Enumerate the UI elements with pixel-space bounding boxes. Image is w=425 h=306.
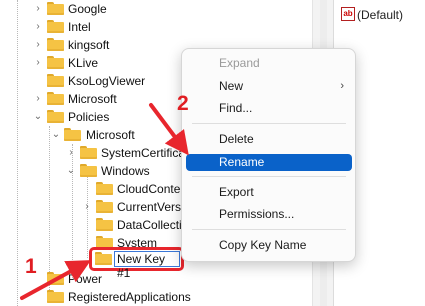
tree-item-power[interactable]: Power xyxy=(0,270,300,288)
folder-icon xyxy=(95,252,112,265)
menu-separator xyxy=(192,229,346,230)
folder-icon xyxy=(47,74,64,87)
menu-item-expand[interactable]: Expand xyxy=(186,55,352,72)
menu-item-label: Copy Key Name xyxy=(219,238,307,252)
folder-icon xyxy=(80,164,97,177)
tree-item-label: DataCollecti xyxy=(117,218,182,232)
folder-icon xyxy=(47,56,64,69)
folder-icon xyxy=(96,200,113,213)
string-value-icon: ab xyxy=(341,7,355,21)
tree-item-label: kingsoft xyxy=(68,38,110,52)
folder-icon xyxy=(47,110,64,123)
tree-item-google[interactable]: › Google xyxy=(0,0,300,18)
step-number-1: 1 xyxy=(25,255,37,278)
tree-item-label: Microsoft xyxy=(86,128,135,142)
folder-icon xyxy=(47,272,64,285)
chevron-right-icon[interactable]: › xyxy=(32,0,44,18)
chevron-right-icon[interactable]: › xyxy=(65,144,77,162)
folder-icon xyxy=(64,128,81,141)
tree-item-label: Microsoft xyxy=(68,92,117,106)
chevron-right-icon[interactable]: › xyxy=(32,90,44,108)
menu-item-permissions[interactable]: Permissions... xyxy=(186,206,352,223)
tree-item-label: Intel xyxy=(68,20,91,34)
menu-item-export[interactable]: Export xyxy=(186,184,352,201)
chevron-right-icon[interactable]: › xyxy=(81,198,93,216)
chevron-right-icon[interactable]: › xyxy=(32,54,44,72)
folder-icon xyxy=(47,2,64,15)
tree-item-label: Power xyxy=(68,272,103,286)
menu-item-label: Rename xyxy=(219,155,265,169)
menu-item-label: Expand xyxy=(219,56,260,70)
chevron-down-icon[interactable]: ⌄ xyxy=(50,126,62,144)
menu-item-label: Find... xyxy=(219,101,253,115)
menu-item-label: Delete xyxy=(219,132,254,146)
folder-icon xyxy=(47,38,64,51)
menu-item-label: New xyxy=(219,79,244,93)
new-key-name-field[interactable]: New Key #1 xyxy=(114,251,180,280)
context-menu: Expand New › Find... Delete Rename Expor… xyxy=(181,48,356,262)
tree-item-intel[interactable]: › Intel xyxy=(0,18,300,36)
folder-icon xyxy=(96,218,113,231)
tree-item-label: Windows xyxy=(101,164,150,178)
menu-item-delete[interactable]: Delete xyxy=(186,131,352,148)
menu-item-find[interactable]: Find... xyxy=(186,100,352,117)
folder-icon xyxy=(96,182,113,195)
default-value-name[interactable]: (Default) xyxy=(357,6,403,24)
step-number-2: 2 xyxy=(177,92,189,115)
folder-icon xyxy=(80,146,97,159)
tree-item-label: KsoLogViewer xyxy=(68,74,146,88)
menu-item-label: Permissions... xyxy=(219,207,295,221)
new-key-highlight-box: New Key #1 xyxy=(89,247,184,280)
tree-item-label: Policies xyxy=(68,110,110,124)
menu-item-new[interactable]: New › xyxy=(186,78,352,95)
chevron-right-icon[interactable]: › xyxy=(32,18,44,36)
menu-separator xyxy=(192,176,346,177)
menu-item-rename[interactable]: Rename xyxy=(186,154,352,171)
menu-item-label: Export xyxy=(219,185,254,199)
tree-item-label: CloudConte xyxy=(117,182,181,196)
tree-item-registeredapplications[interactable]: RegisteredApplications xyxy=(0,288,300,306)
chevron-right-icon: › xyxy=(340,80,344,92)
folder-icon xyxy=(47,20,64,33)
chevron-right-icon[interactable]: › xyxy=(32,36,44,54)
tree-item-label: RegisteredApplications xyxy=(68,290,191,304)
folder-icon xyxy=(47,290,64,303)
folder-icon xyxy=(47,92,64,105)
tree-item-label: SystemCertificat xyxy=(101,146,189,160)
chevron-down-icon[interactable]: ⌄ xyxy=(65,162,77,180)
chevron-down-icon[interactable]: ⌄ xyxy=(32,108,44,126)
menu-item-copy-key-name[interactable]: Copy Key Name xyxy=(186,237,352,254)
tree-item-label: CurrentVersi xyxy=(117,200,184,214)
tree-item-label: KLive xyxy=(68,56,99,70)
tree-item-label: Google xyxy=(68,2,107,16)
menu-separator xyxy=(192,123,346,124)
